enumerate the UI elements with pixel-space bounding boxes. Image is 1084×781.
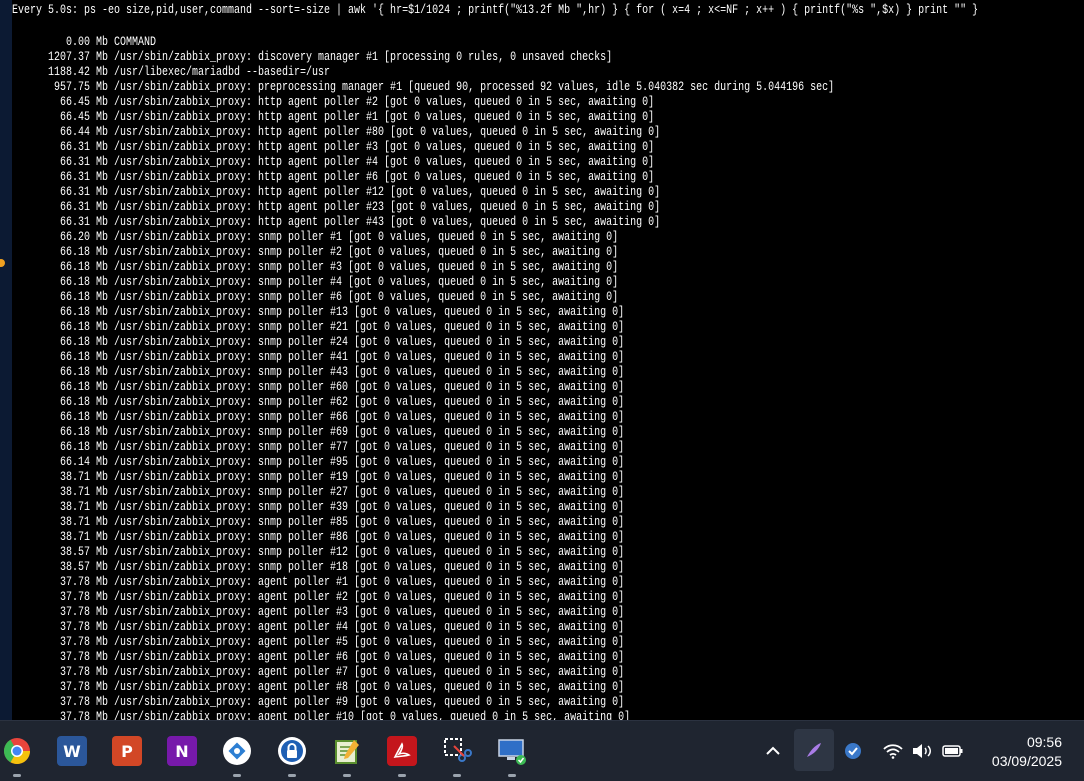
- powerpoint-icon[interactable]: P: [112, 736, 142, 766]
- clock-date: 03/09/2025: [991, 753, 1062, 769]
- desktop-screen: Every 5.0s: ps -eo size,pid,user,command…: [0, 0, 1084, 781]
- process-line: 66.18 Mb /usr/sbin/zabbix_proxy: snmp po…: [12, 260, 619, 274]
- process-line: 66.18 Mb /usr/sbin/zabbix_proxy: snmp po…: [12, 395, 625, 409]
- pdf-reader-icon[interactable]: [387, 736, 417, 766]
- process-line: 66.20 Mb /usr/sbin/zabbix_proxy: snmp po…: [12, 230, 619, 244]
- notepad-icon[interactable]: [332, 736, 362, 766]
- running-indicator: [13, 774, 21, 777]
- network-app-icon[interactable]: [222, 736, 252, 766]
- process-line: 66.31 Mb /usr/sbin/zabbix_proxy: http ag…: [12, 215, 661, 229]
- process-line: 66.31 Mb /usr/sbin/zabbix_proxy: http ag…: [12, 170, 655, 184]
- process-line: 66.45 Mb /usr/sbin/zabbix_proxy: http ag…: [12, 95, 655, 109]
- remote-desktop-icon[interactable]: [497, 736, 527, 766]
- running-indicator: [398, 774, 406, 777]
- process-line: 66.18 Mb /usr/sbin/zabbix_proxy: snmp po…: [12, 410, 625, 424]
- process-line: 66.31 Mb /usr/sbin/zabbix_proxy: http ag…: [12, 155, 655, 169]
- process-line: 66.18 Mb /usr/sbin/zabbix_proxy: snmp po…: [12, 305, 625, 319]
- process-line: 66.18 Mb /usr/sbin/zabbix_proxy: snmp po…: [12, 335, 625, 349]
- process-line: 66.18 Mb /usr/sbin/zabbix_proxy: snmp po…: [12, 365, 625, 379]
- process-line: 66.18 Mb /usr/sbin/zabbix_proxy: snmp po…: [12, 245, 619, 259]
- process-line: 37.78 Mb /usr/sbin/zabbix_proxy: agent p…: [12, 620, 625, 634]
- process-list: 0.00 Mb COMMAND 1207.37 Mb /usr/sbin/zab…: [12, 35, 834, 720]
- process-line: 66.18 Mb /usr/sbin/zabbix_proxy: snmp po…: [12, 380, 625, 394]
- process-line: 37.78 Mb /usr/sbin/zabbix_proxy: agent p…: [12, 605, 625, 619]
- process-line: 37.78 Mb /usr/sbin/zabbix_proxy: agent p…: [12, 575, 625, 589]
- running-indicator: [233, 774, 241, 777]
- process-line: 66.18 Mb /usr/sbin/zabbix_proxy: snmp po…: [12, 350, 625, 364]
- process-line: 66.18 Mb /usr/sbin/zabbix_proxy: snmp po…: [12, 275, 619, 289]
- process-line: 37.78 Mb /usr/sbin/zabbix_proxy: agent p…: [12, 635, 625, 649]
- process-line: 66.31 Mb /usr/sbin/zabbix_proxy: http ag…: [12, 200, 661, 214]
- feather-pen-icon[interactable]: [794, 729, 834, 771]
- process-line: 38.71 Mb /usr/sbin/zabbix_proxy: snmp po…: [12, 470, 625, 484]
- process-line: 66.18 Mb /usr/sbin/zabbix_proxy: snmp po…: [12, 320, 625, 334]
- process-line: 66.45 Mb /usr/sbin/zabbix_proxy: http ag…: [12, 110, 655, 124]
- process-line: 37.78 Mb /usr/sbin/zabbix_proxy: agent p…: [12, 665, 625, 679]
- word-icon[interactable]: W: [57, 736, 87, 766]
- process-line: 1207.37 Mb /usr/sbin/zabbix_proxy: disco…: [12, 50, 613, 64]
- process-line: 38.71 Mb /usr/sbin/zabbix_proxy: snmp po…: [12, 500, 625, 514]
- volume-icon[interactable]: [910, 739, 934, 763]
- process-line: 37.78 Mb /usr/sbin/zabbix_proxy: agent p…: [12, 680, 625, 694]
- process-line: 66.31 Mb /usr/sbin/zabbix_proxy: http ag…: [12, 185, 661, 199]
- running-indicator: [288, 774, 296, 777]
- process-line: 66.18 Mb /usr/sbin/zabbix_proxy: snmp po…: [12, 425, 625, 439]
- process-line: 957.75 Mb /usr/sbin/zabbix_proxy: prepro…: [12, 80, 835, 94]
- process-line: 38.71 Mb /usr/sbin/zabbix_proxy: snmp po…: [12, 530, 625, 544]
- wifi-icon[interactable]: [882, 739, 904, 763]
- process-line: 38.57 Mb /usr/sbin/zabbix_proxy: snmp po…: [12, 560, 625, 574]
- chrome-icon[interactable]: [2, 736, 32, 766]
- edge-marker: [0, 259, 5, 267]
- process-line: 66.18 Mb /usr/sbin/zabbix_proxy: snmp po…: [12, 440, 625, 454]
- process-line: 66.14 Mb /usr/sbin/zabbix_proxy: snmp po…: [12, 455, 625, 469]
- running-indicator: [343, 774, 351, 777]
- process-line: 38.57 Mb /usr/sbin/zabbix_proxy: snmp po…: [12, 545, 625, 559]
- clock-time: 09:56: [1026, 734, 1062, 750]
- window-edge: [0, 0, 12, 720]
- running-indicator: [453, 774, 461, 777]
- running-indicator: [508, 774, 516, 777]
- terminal-window[interactable]: Every 5.0s: ps -eo size,pid,user,command…: [12, 0, 1084, 720]
- process-line: 37.78 Mb /usr/sbin/zabbix_proxy: agent p…: [12, 650, 625, 664]
- process-line: 66.44 Mb /usr/sbin/zabbix_proxy: http ag…: [12, 125, 661, 139]
- watch-command-header: Every 5.0s: ps -eo size,pid,user,command…: [12, 3, 979, 17]
- process-line: 66.18 Mb /usr/sbin/zabbix_proxy: snmp po…: [12, 290, 619, 304]
- process-line: 1188.42 Mb /usr/libexec/mariadbd --based…: [12, 65, 331, 79]
- process-line: 37.78 Mb /usr/sbin/zabbix_proxy: agent p…: [12, 695, 625, 709]
- vpn-lock-icon[interactable]: [277, 736, 307, 766]
- process-line: 66.31 Mb /usr/sbin/zabbix_proxy: http ag…: [12, 140, 655, 154]
- taskbar: W P N 09:56 03/09/2025: [0, 720, 1084, 781]
- system-clock[interactable]: 09:56 03/09/2025: [962, 733, 1062, 771]
- process-line: 38.71 Mb /usr/sbin/zabbix_proxy: snmp po…: [12, 515, 625, 529]
- process-line: 37.78 Mb /usr/sbin/zabbix_proxy: agent p…: [12, 590, 625, 604]
- onenote-icon[interactable]: N: [167, 736, 197, 766]
- snipping-tool-icon[interactable]: [442, 736, 472, 766]
- process-line: 38.71 Mb /usr/sbin/zabbix_proxy: snmp po…: [12, 485, 625, 499]
- process-line: 0.00 Mb COMMAND: [12, 35, 157, 49]
- security-shield-icon[interactable]: [842, 739, 864, 763]
- process-line: 37.78 Mb /usr/sbin/zabbix_proxy: agent p…: [12, 710, 631, 720]
- chevron-up-icon[interactable]: [762, 739, 784, 763]
